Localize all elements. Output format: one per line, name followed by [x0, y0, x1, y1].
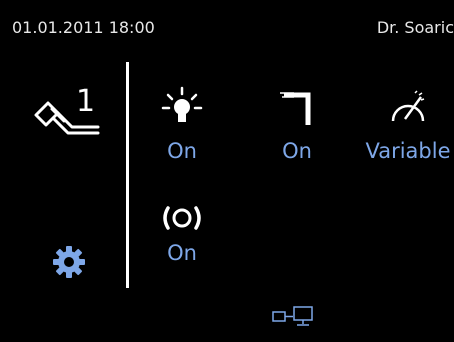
vibration-control[interactable]: On	[147, 203, 217, 265]
vibration-icon	[163, 206, 201, 230]
vibration-value: On	[167, 241, 197, 265]
user-name[interactable]: Dr. Soaric	[377, 18, 454, 37]
light-bulb-icon	[161, 86, 203, 122]
speed-value: Variable	[365, 139, 451, 163]
water-spray-icon	[280, 92, 311, 125]
handpiece-number: 1	[76, 84, 96, 119]
light-control[interactable]: On	[147, 85, 217, 163]
gear-icon[interactable]	[52, 245, 86, 279]
water-value: On	[282, 139, 312, 163]
vertical-divider	[126, 62, 129, 288]
date-time: 01.01.2011 18:00	[12, 18, 155, 37]
water-control[interactable]: On	[262, 85, 332, 163]
handpiece-icon	[34, 101, 100, 135]
monitor-connection-icon[interactable]	[270, 304, 330, 330]
status-bar: 01.01.2011 18:00 Dr. Soaric	[0, 0, 454, 40]
light-value: On	[167, 139, 197, 163]
speed-control[interactable]: Variable	[362, 85, 454, 163]
speedometer-icon	[391, 90, 425, 122]
